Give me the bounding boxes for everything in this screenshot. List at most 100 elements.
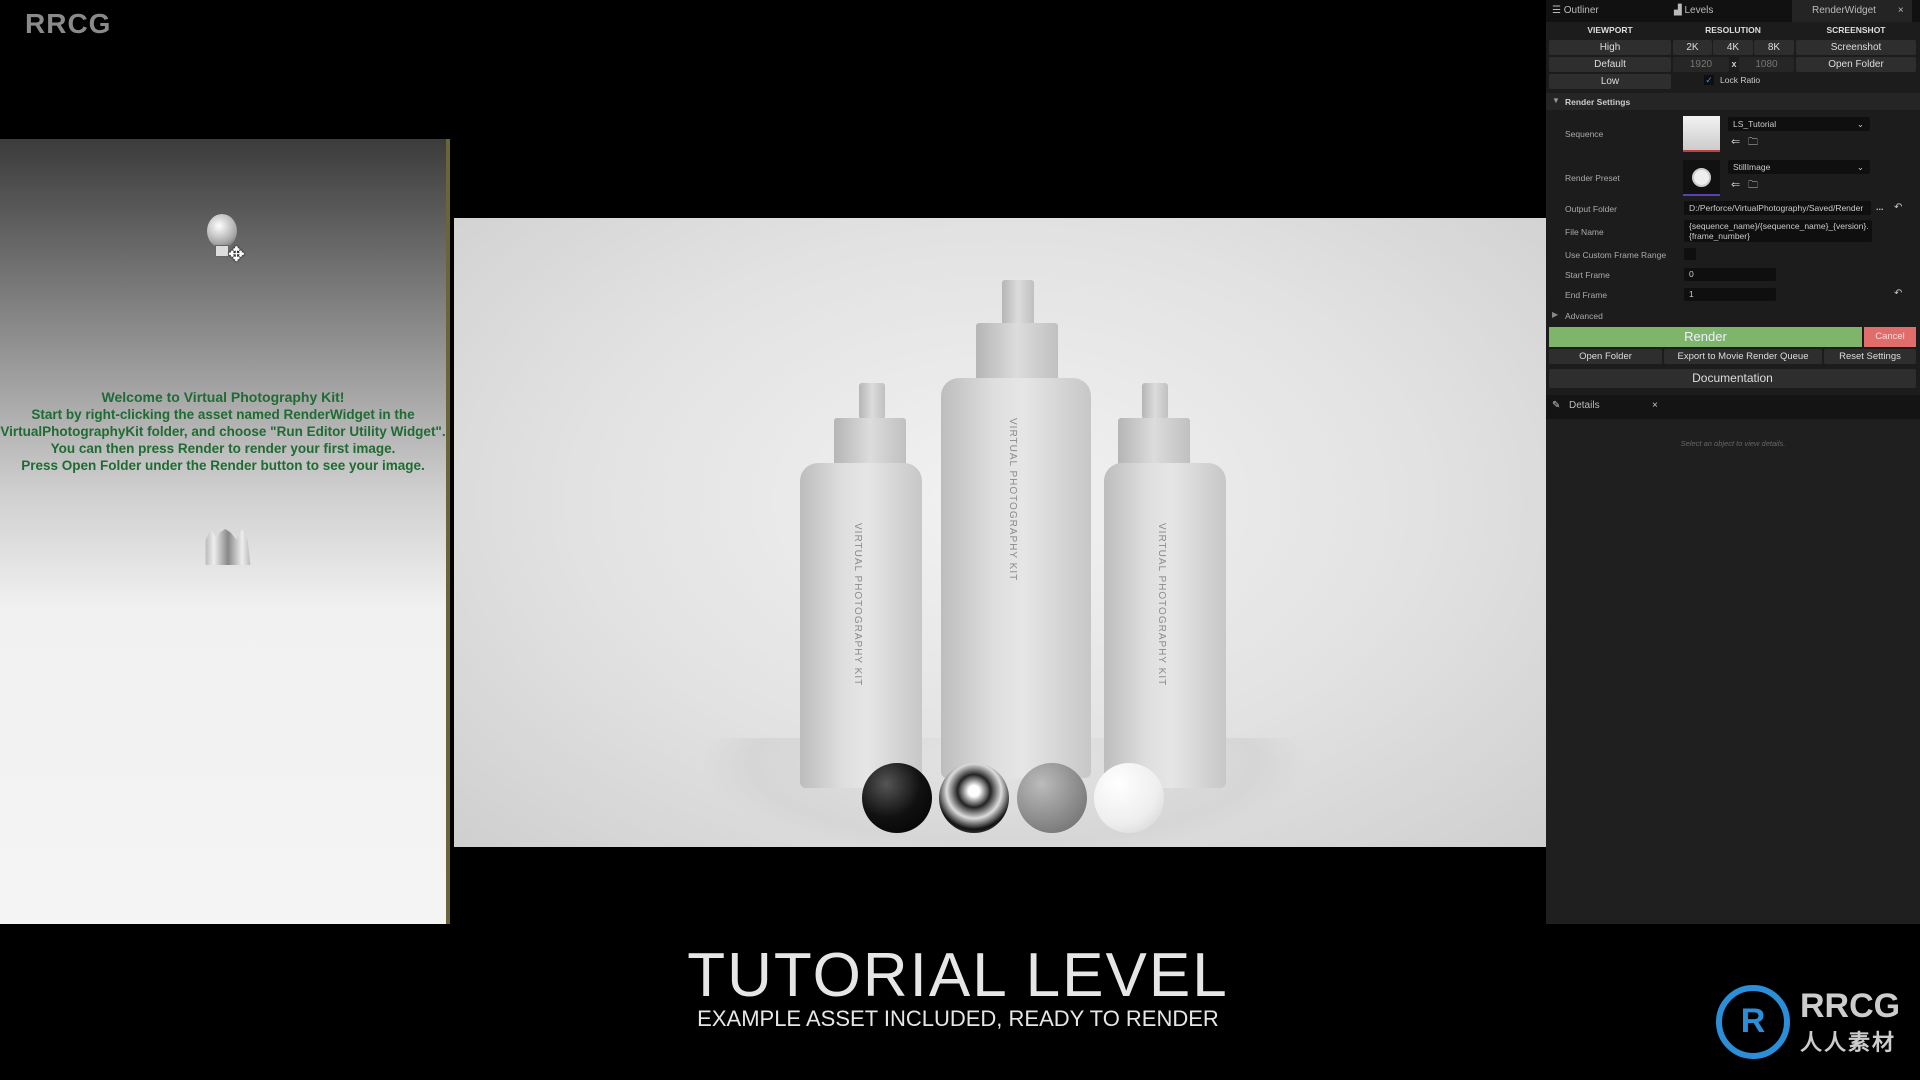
sphere-chrome [939, 763, 1009, 833]
width-input[interactable]: 1920 [1673, 57, 1729, 72]
close-icon[interactable]: × [1898, 5, 1904, 16]
file-name-input[interactable]: {sequence_name}/{sequence_name}_{version… [1684, 220, 1872, 242]
bottle-cap [1118, 418, 1190, 468]
brand-watermark: RRCG [25, 8, 112, 39]
chevron-down-icon: ⌄ [1856, 119, 1864, 129]
tab-outliner[interactable]: ☰ Outliner [1552, 0, 1662, 22]
bottle-label: VIRTUAL PHOTOGRAPHY KIT [1156, 523, 1167, 687]
resolution-2k-button[interactable]: 2K [1673, 40, 1712, 55]
collapse-arrow-icon: ▼ [1552, 96, 1560, 105]
welcome-line: You can then press Render to render your… [50, 441, 396, 456]
caption-subtitle: EXAMPLE ASSET INCLUDED, READY TO RENDER [697, 1006, 1219, 1031]
preset-icon [1692, 168, 1711, 187]
bottle-cap [834, 418, 906, 468]
viewport-low-button[interactable]: Low [1549, 74, 1671, 89]
sphere-white [1094, 763, 1164, 833]
tab-label: RenderWidget [1812, 5, 1876, 16]
lock-ratio-checkbox[interactable]: ✓ [1704, 75, 1714, 85]
output-folder-label: Output Folder [1565, 204, 1617, 214]
render-button[interactable]: Render [1549, 327, 1862, 347]
open-folder-button[interactable]: Open Folder [1549, 349, 1662, 364]
bottle-pump [1002, 280, 1034, 326]
bottles-asset-thumbnail[interactable] [205, 529, 251, 565]
advanced-section[interactable]: Advanced [1565, 311, 1603, 321]
details-body: Select an object to view details. [1546, 419, 1920, 924]
details-empty-text: Select an object to view details. [1680, 439, 1786, 448]
logo-subtext: 人人素材 [1800, 1030, 1897, 1055]
pencil-icon: ✎ [1552, 400, 1561, 411]
welcome-title: Welcome to Virtual Photography Kit! [101, 389, 345, 405]
welcome-line: Start by right-clicking the asset named … [31, 407, 415, 422]
render-preset-dropdown[interactable]: StillImage ⌄ [1728, 160, 1870, 174]
sequence-thumbnail[interactable] [1683, 116, 1720, 152]
tab-label: Outliner [1563, 5, 1599, 16]
levels-icon: ▟ [1674, 5, 1685, 16]
move-gizmo-icon: ✥ [228, 244, 245, 266]
sequence-dropdown[interactable]: LS_Tutorial ⌄ [1728, 117, 1870, 131]
reset-arrow-icon[interactable]: ↶ [1894, 288, 1902, 299]
tab-levels[interactable]: ▟ Levels [1674, 0, 1784, 22]
expand-arrow-icon[interactable]: ▶ [1552, 310, 1558, 319]
render-preset-label: Render Preset [1565, 173, 1620, 183]
custom-frame-range-checkbox[interactable] [1684, 248, 1696, 260]
start-frame-input[interactable]: 0 [1684, 268, 1776, 281]
bottle-cap [976, 323, 1058, 383]
sequence-label: Sequence [1565, 129, 1604, 139]
screenshot-header: SCREENSHOT [1826, 25, 1886, 35]
screenshot-open-folder-button[interactable]: Open Folder [1796, 57, 1916, 72]
bottle-pump [859, 383, 885, 419]
sphere-black [862, 763, 932, 833]
custom-frame-range-label: Use Custom Frame Range [1565, 250, 1667, 260]
use-selected-icon[interactable]: ⇐ [1731, 178, 1740, 191]
light-bulb-base [215, 245, 229, 257]
browse-asset-icon[interactable]: 🗀 [1748, 135, 1758, 152]
resolution-header: RESOLUTION [1705, 25, 1761, 35]
screenshot-button[interactable]: Screenshot [1796, 40, 1916, 55]
welcome-line: Press Open Folder under the Render butto… [21, 458, 425, 473]
caption-title: TUTORIAL LEVEL [687, 941, 1229, 1010]
output-folder-input[interactable]: D:/Perforce/VirtualPhotography/Saved/Ren… [1684, 201, 1871, 215]
welcome-line: VirtualPhotographyKit folder, and choose… [0, 424, 446, 439]
bottle-label: VIRTUAL PHOTOGRAPHY KIT [852, 523, 863, 687]
height-input[interactable]: 1080 [1739, 57, 1794, 72]
tab-renderwidget[interactable]: RenderWidget × [1792, 0, 1912, 22]
editor-viewport[interactable]: ✥ Welcome to Virtual Photography Kit! St… [0, 139, 450, 924]
details-tab[interactable]: Details [1569, 400, 1600, 411]
chevron-down-icon: ⌄ [1856, 162, 1864, 172]
render-preview: VIRTUAL PHOTOGRAPHY KIT VIRTUAL PHOTOGRA… [454, 218, 1546, 847]
end-frame-label: End Frame [1565, 290, 1608, 300]
viewport-default-button[interactable]: Default [1549, 57, 1671, 72]
sphere-grey [1017, 763, 1087, 833]
close-icon[interactable]: × [1652, 400, 1658, 411]
resolution-8k-button[interactable]: 8K [1754, 40, 1794, 55]
sequence-value: LS_Tutorial [1733, 119, 1777, 129]
export-mrq-button[interactable]: Export to Movie Render Queue [1664, 349, 1822, 364]
bottle-right: VIRTUAL PHOTOGRAPHY KIT [1104, 463, 1226, 788]
browse-folder-button[interactable]: ... [1876, 202, 1884, 212]
viewport-header: VIEWPORT [1587, 25, 1633, 35]
reset-arrow-icon[interactable]: ↶ [1894, 202, 1902, 213]
bottle-left: VIRTUAL PHOTOGRAPHY KIT [800, 463, 922, 788]
viewport-high-button[interactable]: High [1549, 40, 1671, 55]
bottle-label: VIRTUAL PHOTOGRAPHY KIT [1007, 418, 1018, 582]
logo-text: RRCG [1800, 987, 1901, 1025]
end-frame-input[interactable]: 1 [1684, 288, 1776, 301]
render-settings-title: Render Settings [1565, 97, 1631, 107]
details-tab-bar [1546, 395, 1920, 419]
documentation-button[interactable]: Documentation [1549, 369, 1916, 388]
bottle-pump [1142, 383, 1168, 419]
welcome-text: Welcome to Virtual Photography Kit! Star… [0, 389, 446, 474]
cancel-button[interactable]: Cancel [1864, 327, 1916, 347]
resolution-4k-button[interactable]: 4K [1713, 40, 1753, 55]
preset-thumbnail[interactable] [1683, 160, 1720, 196]
rrcg-logo: R RRCG 人人素材 [1716, 985, 1916, 1060]
list-icon: ☰ [1552, 5, 1564, 16]
render-settings-section[interactable]: ▼ Render Settings [1546, 93, 1920, 110]
reset-settings-button[interactable]: Reset Settings [1824, 349, 1916, 364]
start-frame-label: Start Frame [1565, 270, 1610, 280]
browse-asset-icon[interactable]: 🗀 [1748, 178, 1758, 195]
lock-ratio-label: Lock Ratio [1720, 75, 1761, 85]
use-selected-icon[interactable]: ⇐ [1731, 135, 1740, 148]
preset-value: StillImage [1733, 162, 1771, 172]
times-label: x [1731, 59, 1737, 69]
